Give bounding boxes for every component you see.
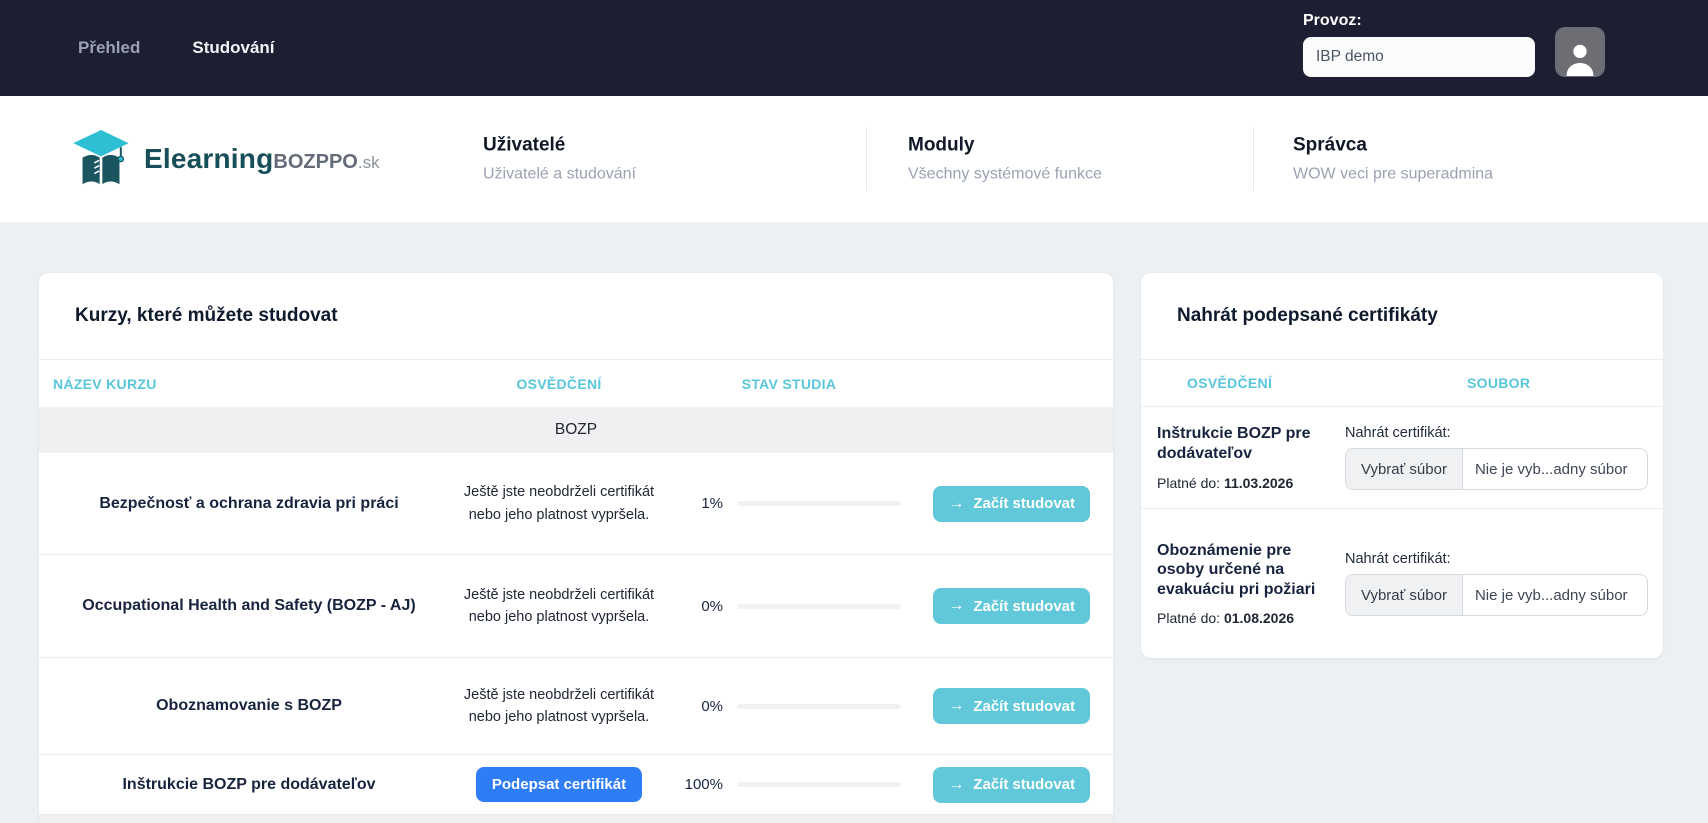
certificate-name: Inštrukcie BOZP pre dodávateľov — [1157, 424, 1332, 463]
table-row: Oboznamovanie s BOZP Ještě jste neobdrže… — [39, 658, 1113, 755]
menu-title: Uživatelé — [483, 135, 636, 157]
courses-card: Kurzy, které můžete studovat NÁZEV KURZU… — [39, 273, 1113, 823]
table-row: Inštrukcie BOZP pre dodávateľov Podepsat… — [39, 755, 1113, 815]
courses-table-header: NÁZEV KURZU OSVĚDČENÍ STAV STUDIA — [39, 360, 1113, 407]
top-nav-links: Přehled Studování — [78, 0, 275, 96]
arrow-right-icon: → — [948, 597, 964, 615]
table-row: Occupational Health and Safety (BOZP - A… — [39, 555, 1113, 658]
arrow-right-icon: → — [948, 776, 964, 794]
menu-title: Správca — [1293, 135, 1493, 157]
menu-subtitle: Uživatelé a studování — [483, 166, 636, 184]
study-progress: 0% — [659, 598, 919, 615]
logo-suffix: BOZPPO — [273, 151, 357, 174]
column-header-osvedceni: OSVĚDČENÍ — [1141, 375, 1421, 391]
sign-certificate-button[interactable]: Podepsat certifikát — [476, 767, 642, 802]
arrow-right-icon: → — [948, 697, 964, 715]
column-header-soubor: SOUBOR — [1421, 375, 1663, 391]
certificate-status-text: Ještě jste neobdrželi certifikát nebo je… — [459, 584, 659, 629]
certificate-status-text: Ještě jste neobdrželi certifikát nebo je… — [459, 481, 659, 526]
column-header-stav-studia: STAV STUDIA — [659, 376, 919, 392]
logo-tld: .sk — [358, 153, 380, 173]
choose-file-button[interactable]: Vybrať súbor — [1346, 575, 1463, 615]
course-name: Inštrukcie BOZP pre dodávateľov — [39, 774, 459, 796]
provoz-input[interactable] — [1303, 37, 1535, 77]
menu-subtitle: WOW veci pre superadmina — [1293, 166, 1493, 184]
logo-text: ElearningBOZPPO.sk — [144, 143, 380, 175]
user-avatar[interactable] — [1555, 27, 1605, 77]
menu-subtitle: Všechny systémové funkce — [908, 166, 1102, 184]
table-row: Bezpečnosť a ochrana zdravia pri práci J… — [39, 453, 1113, 555]
start-studying-button[interactable]: → Začít studovat — [933, 486, 1090, 522]
certificates-table-header: OSVĚDČENÍ SOUBOR — [1141, 360, 1663, 407]
column-header-osvedceni: OSVĚDČENÍ — [459, 376, 659, 392]
progress-bar — [737, 704, 901, 709]
logo-brand: Elearning — [144, 143, 273, 175]
main-content: Kurzy, které můžete studovat NÁZEV KURZU… — [0, 222, 1708, 823]
upload-certificate-label: Nahrát certifikát: — [1345, 425, 1648, 441]
graduation-cap-book-icon — [68, 126, 134, 192]
logo[interactable]: ElearningBOZPPO.sk — [68, 126, 380, 192]
progress-bar — [737, 604, 901, 609]
course-name: Occupational Health and Safety (BOZP - A… — [39, 595, 459, 617]
file-input[interactable]: Vybrať súbor Nie je vyb...adny súbor — [1345, 448, 1648, 490]
study-progress: 1% — [659, 495, 919, 512]
nav-link-prehled[interactable]: Přehled — [78, 38, 140, 58]
section-row-next — [39, 815, 1113, 823]
valid-until: Platné do: 01.08.2026 — [1157, 610, 1345, 626]
choose-file-button[interactable]: Vybrať súbor — [1346, 449, 1463, 489]
progress-label: 0% — [659, 698, 723, 715]
file-status-text: Nie je vyb...adny súbor — [1463, 587, 1640, 604]
menu-title: Moduly — [908, 135, 1102, 157]
table-row: Oboznámenie pre osoby určené na evakuáci… — [1141, 508, 1663, 658]
arrow-right-icon: → — [948, 495, 964, 513]
provoz-label: Provoz: — [1303, 12, 1535, 30]
file-status-text: Nie je vyb...adny súbor — [1463, 461, 1640, 478]
progress-bar — [737, 782, 901, 787]
course-name: Bezpečnosť a ochrana zdravia pri práci — [39, 493, 459, 515]
file-input[interactable]: Vybrať súbor Nie je vyb...adny súbor — [1345, 574, 1648, 616]
certificates-card: Nahrát podepsané certifikáty OSVĚDČENÍ S… — [1141, 273, 1663, 658]
top-navbar: Přehled Studování Provoz: — [0, 0, 1708, 96]
section-row-bozp: BOZP — [39, 407, 1113, 453]
menu-spravca[interactable]: Správca WOW veci pre superadmina — [1293, 135, 1493, 184]
progress-label: 1% — [659, 495, 723, 512]
start-studying-button[interactable]: → Začít studovat — [933, 588, 1090, 624]
provoz-area: Provoz: — [1303, 0, 1605, 96]
course-name: Oboznamovanie s BOZP — [39, 695, 459, 717]
courses-card-title: Kurzy, které můžete studovat — [39, 273, 1113, 360]
valid-until: Platné do: 11.03.2026 — [1157, 475, 1345, 491]
progress-label: 100% — [659, 776, 723, 793]
progress-label: 0% — [659, 598, 723, 615]
certificate-name: Oboznámenie pre osoby určené na evakuáci… — [1157, 541, 1332, 600]
table-row: Inštrukcie BOZP pre dodávateľov Platné d… — [1141, 407, 1663, 508]
user-icon — [1561, 37, 1599, 77]
start-studying-button[interactable]: → Začít studovat — [933, 688, 1090, 724]
certificates-card-title: Nahrát podepsané certifikáty — [1141, 273, 1663, 360]
study-progress: 0% — [659, 698, 919, 715]
header-divider — [866, 127, 867, 191]
menu-moduly[interactable]: Moduly Všechny systémové funkce — [908, 135, 1102, 184]
app-header: ElearningBOZPPO.sk Uživatelé Uživatelé a… — [0, 96, 1708, 222]
column-header-nazev-kurzu: NÁZEV KURZU — [39, 376, 459, 392]
menu-uzivatele[interactable]: Uživatelé Uživatelé a studování — [483, 135, 636, 184]
study-progress: 100% — [659, 776, 919, 793]
progress-bar — [737, 501, 901, 506]
header-divider — [1253, 127, 1254, 191]
upload-certificate-label: Nahrát certifikát: — [1345, 551, 1648, 567]
nav-link-studovani[interactable]: Studování — [192, 38, 274, 58]
start-studying-button[interactable]: → Začít studovat — [933, 767, 1090, 803]
certificate-status-text: Ještě jste neobdrželi certifikát nebo je… — [459, 684, 659, 729]
